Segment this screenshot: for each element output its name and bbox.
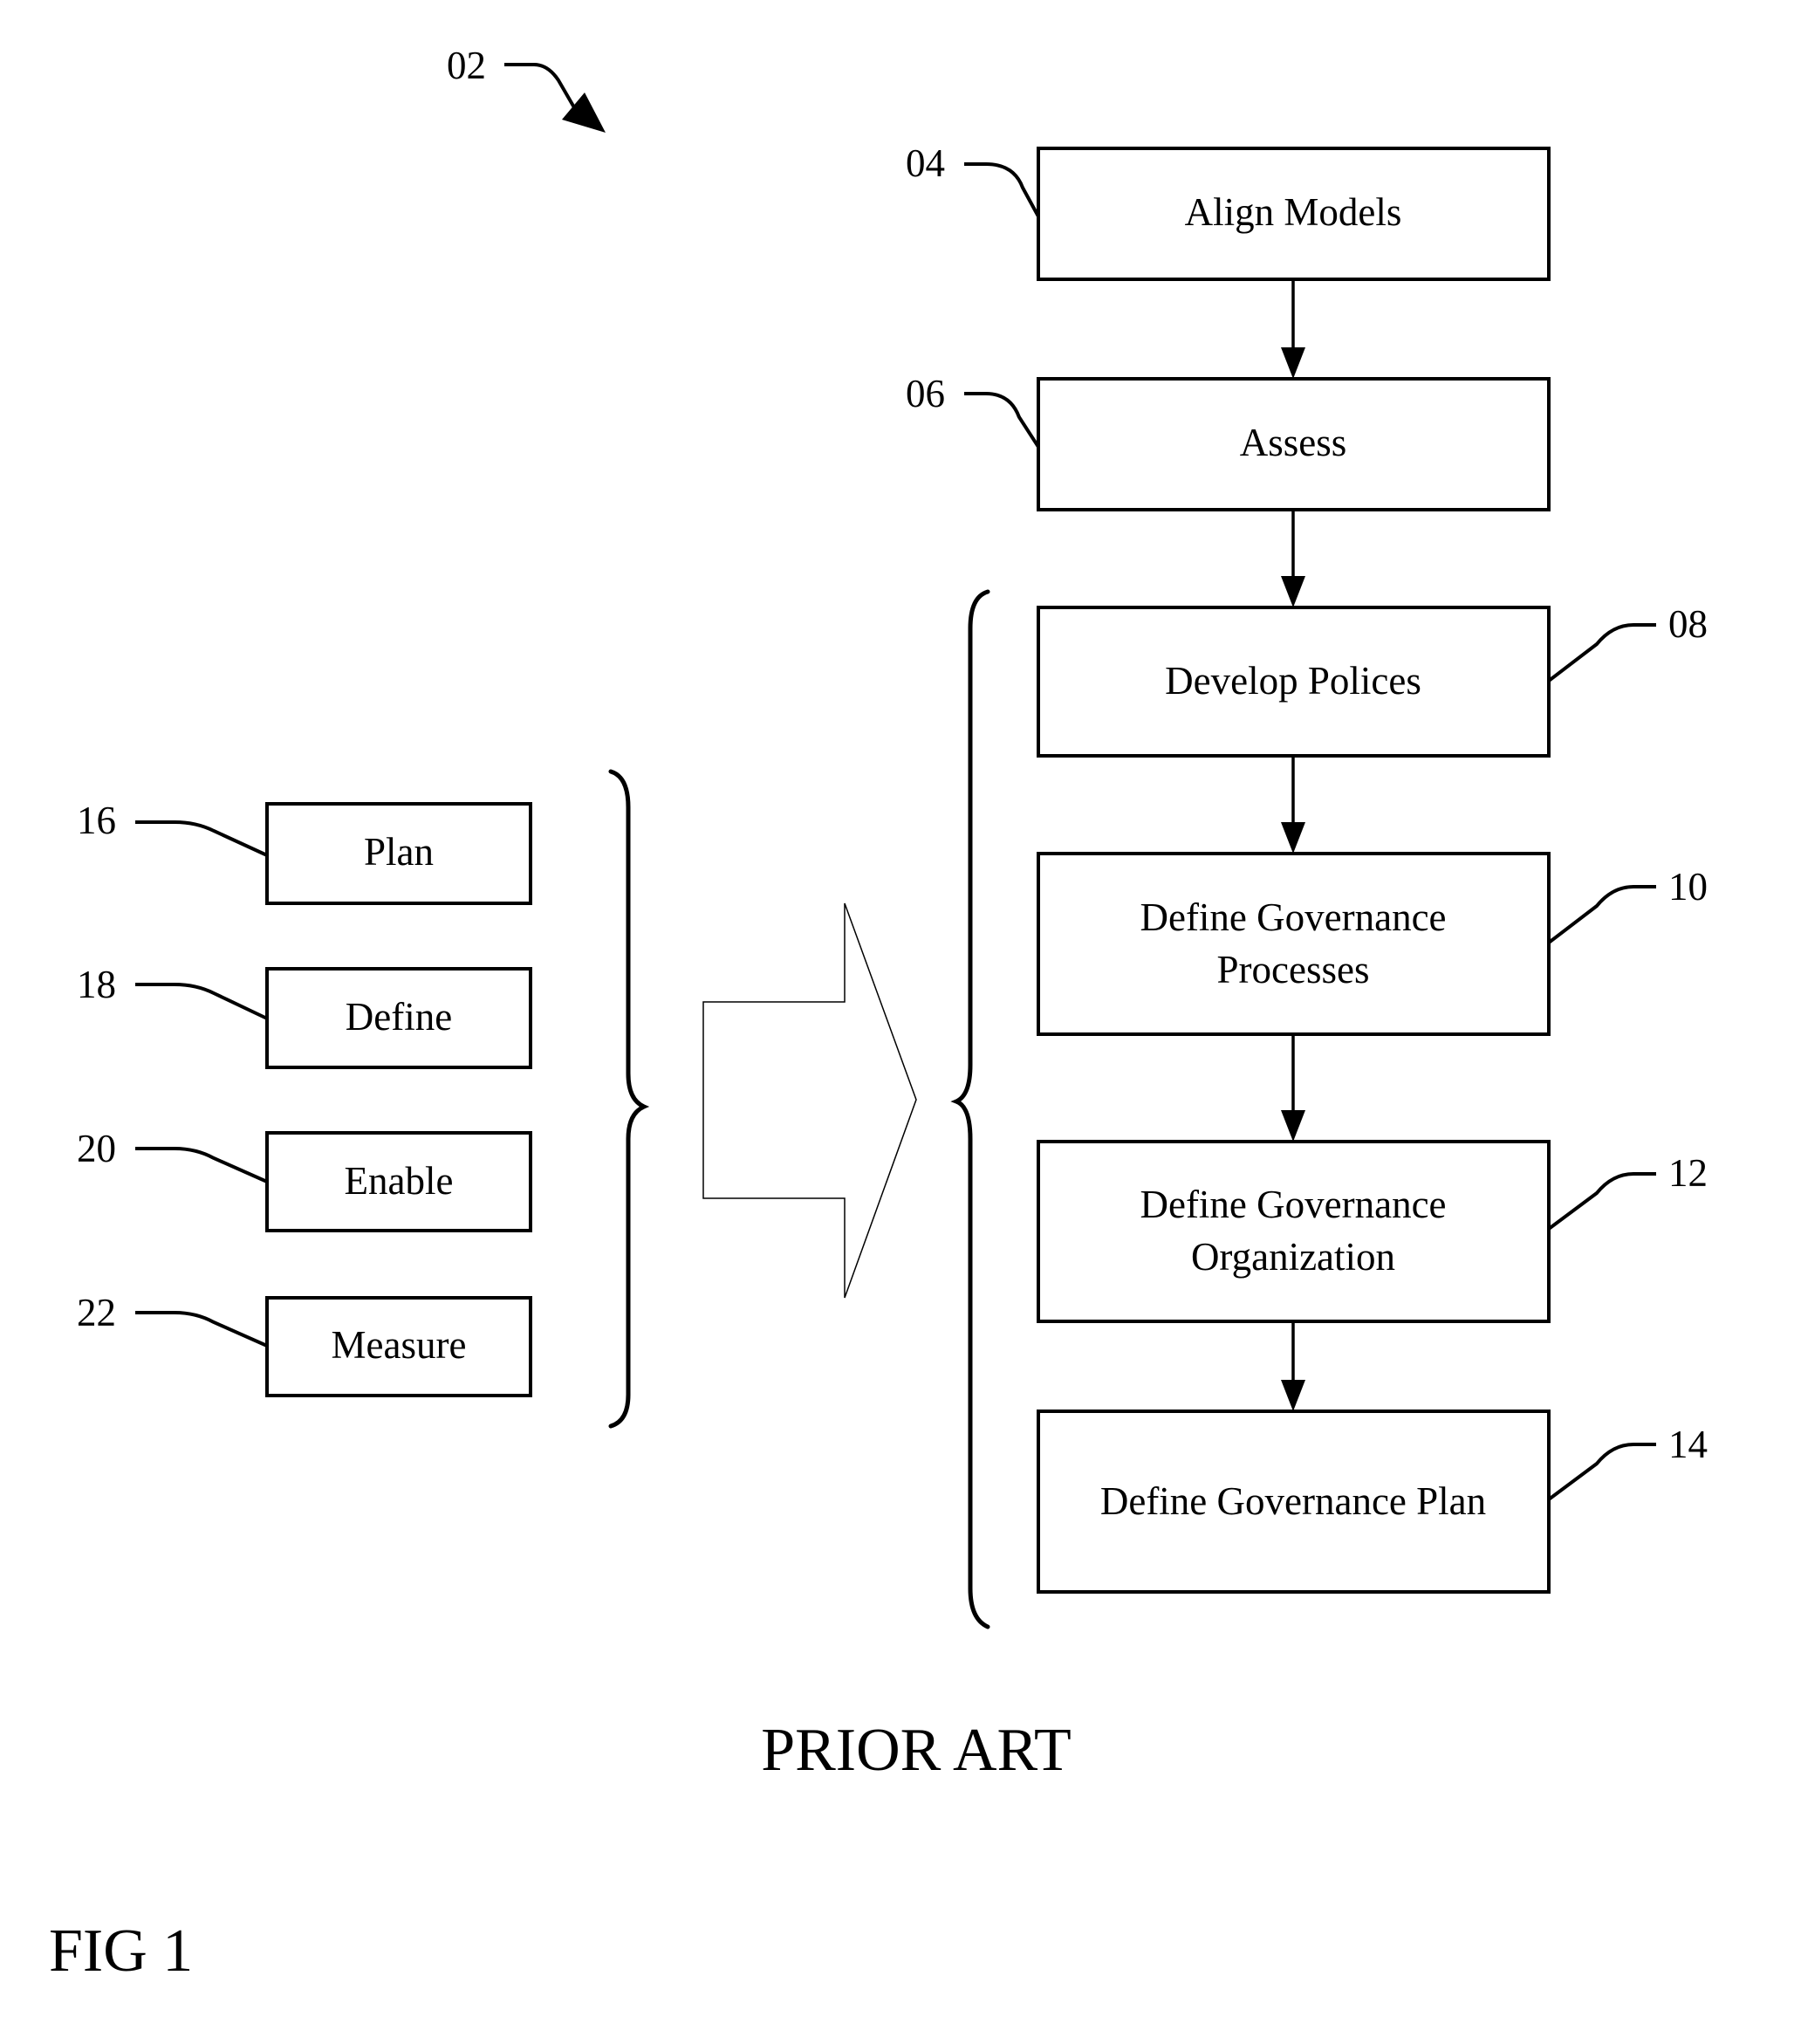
ref-label-20: 20 <box>77 1127 116 1170</box>
flow-step: Assess 06 <box>906 372 1551 511</box>
ref-label-18: 18 <box>77 963 116 1006</box>
ref-leader-16 <box>135 820 268 857</box>
arrow-down-icon <box>1281 822 1305 854</box>
flow-step-label: Align Models <box>1185 190 1402 234</box>
flow-step: Align Models 04 <box>906 141 1551 281</box>
phase-item: Enable 20 <box>77 1127 532 1232</box>
flow-step-label-line1: Define Governance <box>1140 895 1446 939</box>
ref-label-06: 06 <box>906 372 945 415</box>
flow-step-label: Develop Polices <box>1165 659 1421 703</box>
flow-step: Define Governance Plan 14 <box>1037 1410 1708 1594</box>
flow-step: Define Governance Organization 12 <box>1037 1140 1708 1323</box>
flow-step-label-line2: Organization <box>1191 1235 1395 1279</box>
ref-label-22: 22 <box>77 1291 116 1334</box>
phase-item: Plan 16 <box>77 799 532 905</box>
phase-label: Define <box>346 995 452 1039</box>
flow-step-label: Assess <box>1240 421 1347 464</box>
ref-leader-02 <box>504 63 579 115</box>
ref-leader-06 <box>964 392 1040 449</box>
right-curly-brace <box>608 769 650 1429</box>
phase-label: Measure <box>332 1323 467 1367</box>
ref-label-08: 08 <box>1668 602 1708 646</box>
arrow-down-icon <box>1281 347 1305 379</box>
ref-label-04: 04 <box>906 141 945 185</box>
arrow-down-icon <box>1281 1110 1305 1142</box>
phase-label: Enable <box>345 1159 454 1203</box>
phase-item: Define 18 <box>77 963 532 1069</box>
flow-step-label: Define Governance Plan <box>1100 1479 1486 1523</box>
flow-step-label-line1: Define Governance <box>1140 1183 1446 1226</box>
diagram-canvas: 02 Align Models 04 Assess 06 Develop Pol… <box>49 44 1708 1985</box>
ref-leader-22 <box>135 1311 268 1348</box>
ref-leader-04 <box>964 162 1040 217</box>
ref-leader-18 <box>135 983 268 1020</box>
phase-item: Measure 22 <box>77 1291 532 1397</box>
left-curly-brace <box>950 589 990 1629</box>
ref-leader-10 <box>1547 885 1656 944</box>
flow-step: Develop Polices 08 <box>1037 602 1708 758</box>
ref-leader-08 <box>1547 623 1656 682</box>
ref-label-12: 12 <box>1668 1151 1708 1195</box>
ref-label-02: 02 <box>447 44 486 87</box>
ref-leader-20 <box>135 1147 268 1183</box>
arrow-down-icon <box>1281 1380 1305 1411</box>
block-arrow-right-icon <box>702 902 917 1299</box>
prior-art-caption: PRIOR ART <box>761 1717 1072 1784</box>
figure-label: FIG 1 <box>49 1917 193 1985</box>
phase-label: Plan <box>364 830 434 874</box>
ref-leader-14 <box>1547 1443 1656 1501</box>
ref-label-14: 14 <box>1668 1423 1708 1466</box>
flow-step-label-line2: Processes <box>1217 948 1370 991</box>
arrow-down-icon <box>1281 576 1305 607</box>
ref-leader-12 <box>1547 1172 1656 1231</box>
ref-label-16: 16 <box>77 799 116 842</box>
flow-step-box-define-governance-organization <box>1037 1140 1551 1323</box>
ref-label-10: 10 <box>1668 865 1708 909</box>
flow-step: Define Governance Processes 10 <box>1037 852 1708 1036</box>
flow-step-box-define-governance-processes <box>1037 852 1551 1036</box>
